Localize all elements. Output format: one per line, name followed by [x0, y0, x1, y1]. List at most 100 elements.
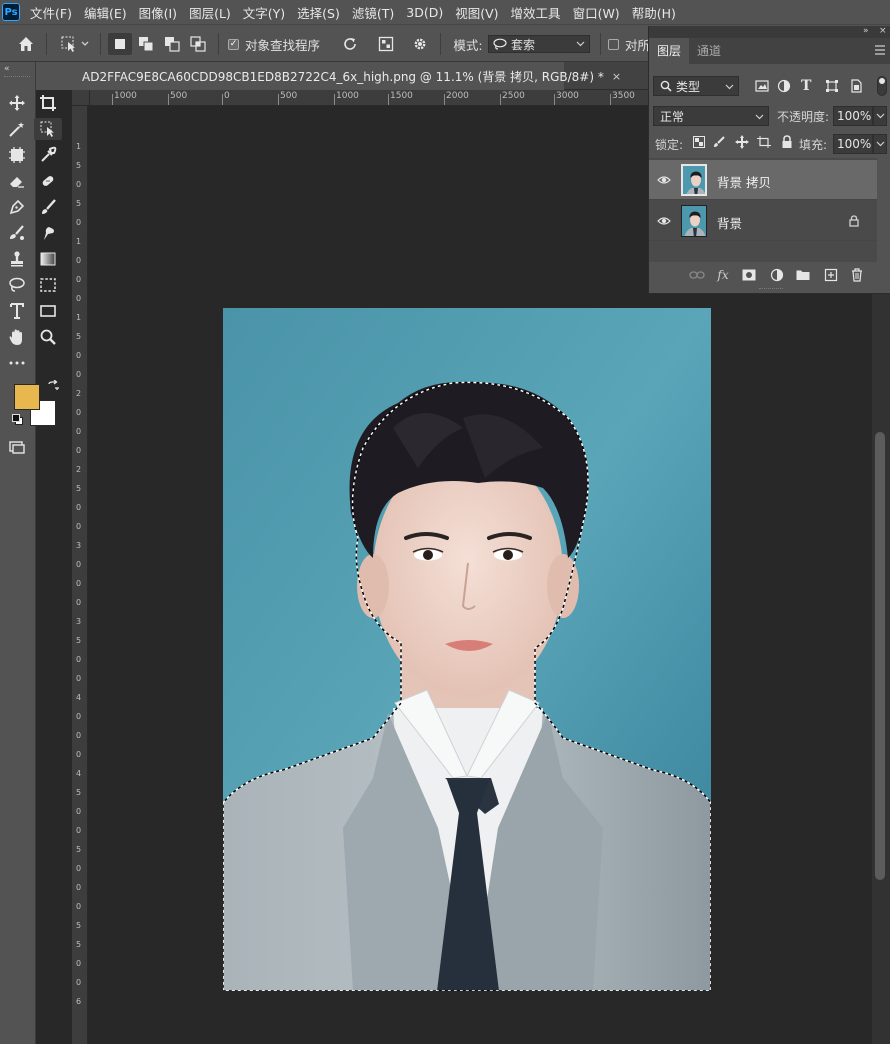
tool-preset-picker[interactable] — [56, 33, 94, 55]
blend-mode-select[interactable]: 正常 — [653, 106, 769, 126]
healing-brush-tool-icon[interactable] — [34, 170, 62, 192]
lock-all-icon[interactable] — [781, 135, 793, 149]
marquee-tool-icon[interactable] — [34, 274, 62, 296]
add-to-selection-icon[interactable] — [134, 33, 158, 55]
gear-icon[interactable] — [408, 33, 432, 55]
eraser-tool-icon[interactable] — [4, 170, 30, 192]
object-finder-checkbox[interactable]: ✓ — [228, 38, 239, 50]
filter-shape-icon[interactable] — [825, 79, 839, 93]
sample-all-layers-toggle[interactable]: 对所 — [608, 33, 650, 55]
new-layer-icon[interactable] — [823, 267, 839, 283]
object-finder-toggle[interactable]: ✓ 对象查找程序 — [228, 33, 324, 55]
layer-row-background[interactable]: 背景 — [649, 201, 877, 241]
eyedropper-tool-icon[interactable] — [34, 144, 62, 166]
default-colors-icon[interactable] — [12, 414, 24, 426]
menu-file[interactable]: 文件(F) — [30, 3, 72, 22]
menu-image[interactable]: 图像(I) — [139, 3, 177, 22]
close-icon[interactable]: × — [612, 70, 621, 83]
zoom-tool-icon[interactable] — [34, 326, 62, 348]
lasso-tool-icon[interactable] — [4, 274, 30, 296]
rectangle-tool-icon[interactable] — [34, 300, 62, 322]
layer-list: 背景 拷贝 背景 — [649, 158, 877, 262]
menu-layer[interactable]: 图层(L) — [189, 3, 231, 22]
link-layers-icon[interactable] — [689, 267, 705, 283]
foreground-color-swatch[interactable] — [14, 384, 40, 410]
filter-pixel-icon[interactable] — [755, 79, 769, 93]
ruler-origin[interactable] — [72, 90, 90, 106]
lock-transparent-icon[interactable] — [693, 136, 705, 148]
lock-position-icon[interactable] — [735, 135, 749, 149]
stamp-tool-icon[interactable] — [4, 248, 30, 270]
tab-channels[interactable]: 通道 — [689, 38, 729, 64]
filter-adjustment-icon[interactable] — [777, 79, 791, 93]
layer-filter-select[interactable]: 类型 — [653, 76, 739, 96]
menu-window[interactable]: 窗口(W) — [573, 3, 620, 22]
visibility-eye-icon[interactable] — [657, 214, 671, 228]
magic-wand-tool-icon[interactable] — [4, 118, 30, 140]
opacity-dropdown[interactable] — [873, 106, 887, 126]
opacity-input[interactable]: 100% — [833, 106, 873, 126]
more-tools-icon[interactable] — [4, 352, 30, 374]
document-canvas[interactable] — [223, 308, 711, 991]
layer-row-background-copy[interactable]: 背景 拷贝 — [649, 160, 877, 200]
home-icon[interactable] — [14, 33, 38, 55]
panel-grip[interactable] — [4, 76, 30, 79]
lock-artboard-icon[interactable] — [757, 136, 771, 148]
panel-menu-icon[interactable] — [875, 44, 885, 56]
new-selection-icon[interactable] — [108, 33, 132, 55]
fill-input[interactable]: 100% — [833, 134, 873, 154]
type-tool-icon[interactable] — [4, 300, 30, 322]
subtract-from-selection-icon[interactable] — [160, 33, 184, 55]
pen-tool-icon[interactable] — [4, 196, 30, 218]
quick-mask-tool-icon[interactable] — [4, 436, 30, 458]
menu-select[interactable]: 选择(S) — [297, 3, 340, 22]
horizontal-ruler[interactable]: 1000 500 0 500 1000 1500 2000 2500 3000 3500 — [90, 90, 648, 106]
filter-smart-object-icon[interactable] — [849, 79, 863, 93]
collapse-panels-icon[interactable]: » — [863, 26, 869, 36]
close-panel-icon[interactable]: × — [879, 26, 887, 36]
layer-effects-icon[interactable]: fx — [715, 267, 731, 283]
lock-image-icon[interactable] — [713, 136, 725, 148]
menu-help[interactable]: 帮助(H) — [632, 3, 676, 22]
refresh-icon[interactable] — [338, 33, 362, 55]
ruler-tick-label: 3500 — [612, 91, 635, 101]
collapse-panel-icon[interactable]: « — [4, 64, 10, 74]
move-tool-icon[interactable] — [4, 92, 30, 114]
ruler-tick-label: 5 — [76, 921, 82, 930]
mixer-brush-tool-icon[interactable] — [4, 222, 30, 244]
brush-tool-icon[interactable] — [34, 196, 62, 218]
document-tab[interactable]: AD2FFAC9E8CA60CDD98CB1ED8B2722C4_6x_high… — [72, 62, 621, 90]
ruler-tick-label: 5 — [76, 940, 82, 949]
add-mask-icon[interactable] — [741, 267, 757, 283]
delete-layer-icon[interactable] — [849, 267, 865, 283]
frame-tool-icon[interactable] — [4, 144, 30, 166]
fill-dropdown[interactable] — [873, 134, 887, 154]
filter-type-icon[interactable]: T — [801, 78, 815, 94]
gradient-tool-icon[interactable] — [34, 248, 62, 270]
tab-layers[interactable]: 图层 — [649, 38, 690, 64]
layer-name[interactable]: 背景 拷贝 — [717, 172, 771, 191]
swap-colors-icon[interactable] — [47, 379, 59, 392]
panel-resize-grip[interactable] — [759, 288, 783, 291]
show-all-objects-icon[interactable] — [374, 33, 398, 55]
menu-3d[interactable]: 3D(D) — [406, 5, 443, 20]
menu-type[interactable]: 文字(Y) — [243, 3, 285, 22]
new-group-icon[interactable] — [795, 267, 811, 283]
smudge-tool-icon[interactable] — [34, 222, 62, 244]
intersect-selection-icon[interactable] — [186, 33, 210, 55]
sample-all-layers-checkbox[interactable] — [608, 38, 619, 50]
vertical-ruler[interactable]: 1 5 0 5 0 1 0 0 0 1 5 0 0 2 0 0 0 2 5 0 0 3 0 0 0 3 5 0 0 4 0 0 0 4 5 0 0 5 0 0… — [72, 106, 88, 1044]
object-selection-tool-icon[interactable] — [34, 118, 62, 140]
menu-filter[interactable]: 滤镜(T) — [352, 3, 394, 22]
mode-select[interactable]: 套索 — [488, 35, 590, 53]
layer-name[interactable]: 背景 — [717, 213, 742, 232]
menu-edit[interactable]: 编辑(E) — [84, 3, 127, 22]
canvas-scrollbar-thumb[interactable] — [875, 432, 885, 880]
hand-tool-icon[interactable] — [4, 326, 30, 348]
menu-view[interactable]: 视图(V) — [455, 3, 498, 22]
filter-toggle[interactable] — [877, 76, 887, 96]
menu-plugins[interactable]: 增效工具 — [511, 3, 561, 22]
crop-tool-icon[interactable] — [34, 92, 62, 114]
new-adjustment-layer-icon[interactable] — [769, 267, 785, 283]
visibility-eye-icon[interactable] — [657, 173, 671, 187]
